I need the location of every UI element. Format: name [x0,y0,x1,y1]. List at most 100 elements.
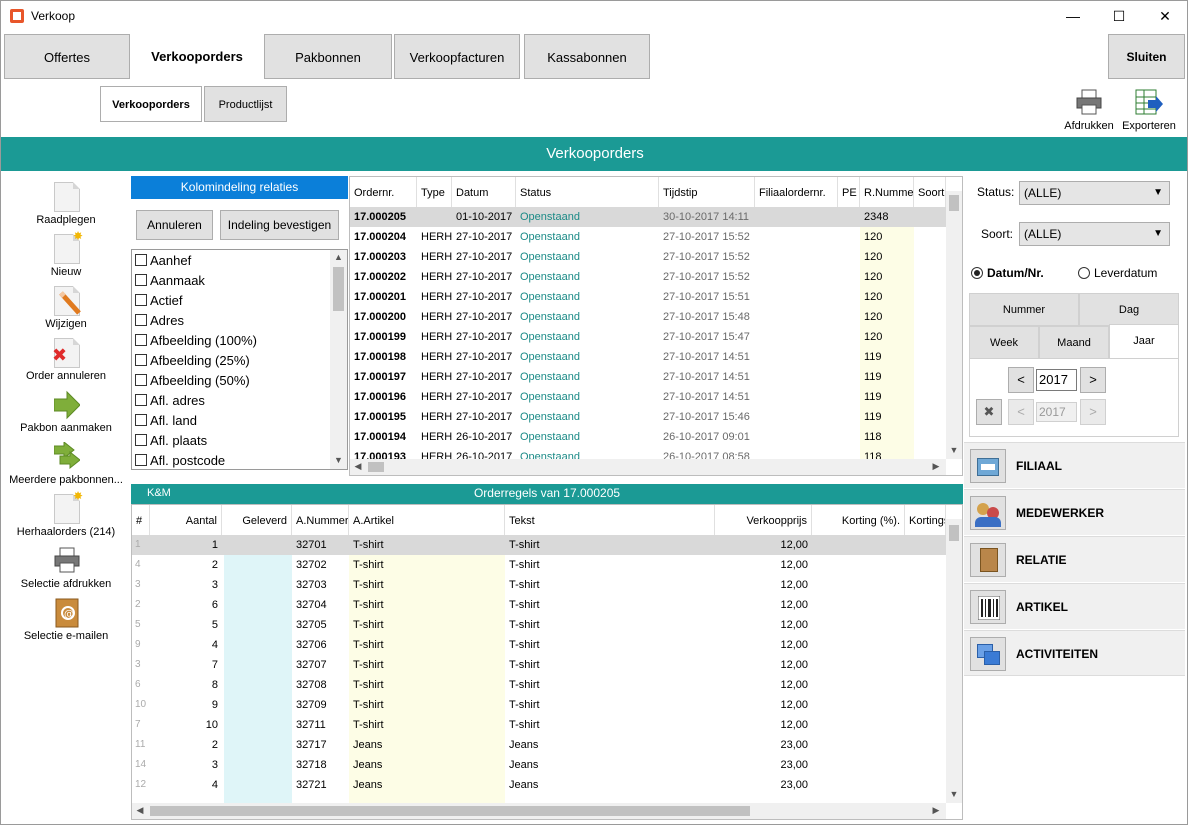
orders-hscroll-thumb[interactable] [368,462,384,472]
year2-prev-button[interactable]: < [1008,399,1034,425]
order-row[interactable]: 17.000201 HERH 27-10-2017 Openstaand 27-10-2… [350,287,946,307]
print-button[interactable]: Afdrukken [1059,86,1119,134]
checkbox[interactable] [135,454,147,466]
orders-vscroll-thumb[interactable] [949,195,959,211]
checkbox[interactable] [135,394,147,406]
regels-vscroll-thumb[interactable] [949,525,959,541]
orders-col-header[interactable]: Tijdstip [659,177,755,207]
checkbox[interactable] [135,294,147,306]
selectie-emailen-button[interactable]: @ Selectie e-mailen [5,598,127,646]
regels-col-header[interactable]: Aantal [150,505,222,535]
soort-select[interactable]: (ALLE) ▼ [1019,222,1170,246]
order-row[interactable]: 17.000194 HERH 26-10-2017 Openstaand 26-10-2… [350,427,946,447]
indeling-bevestigen-button[interactable]: Indeling bevestigen [220,210,339,240]
regels-col-header[interactable]: Tekst [505,505,715,535]
regels-col-header[interactable]: Verkoopprijs [715,505,812,535]
order-row[interactable]: 17.000193 HERH 26-10-2017 Openstaand 26-10-2… [350,447,946,459]
pakbon-aanmaken-button[interactable]: Pakbon aanmaken [5,390,127,438]
column-option[interactable]: Adres [135,311,184,331]
tab-nummer[interactable]: Nummer [969,293,1079,326]
raadplegen-button[interactable]: Raadplegen [5,182,127,230]
tab-week[interactable]: Week [969,326,1039,359]
regels-col-header[interactable]: Kortings [905,505,946,535]
regels-col-header[interactable]: A.Artikel [349,505,505,535]
checkbox[interactable] [135,434,147,446]
regel-row[interactable]: 9 4 32706 T-shirt T-shirt 12,00 [132,635,946,655]
checklist-scrollbar[interactable]: ▲ ▼ [330,250,347,469]
regel-row[interactable]: 1 1 32701 T-shirt T-shirt 12,00 [132,535,946,555]
minimize-button[interactable]: — [1050,1,1096,31]
column-option[interactable]: Afl. plaats [135,431,207,451]
year2-next-button[interactable]: > [1080,399,1106,425]
tab-offertes[interactable]: Offertes [4,34,130,79]
subtab-productlijst[interactable]: Productlijst [204,86,287,122]
orders-col-header[interactable]: Filiaalordernr. [755,177,838,207]
orders-col-header[interactable]: Datum [452,177,516,207]
regels-hscrollbar[interactable]: ◀ ▶ [132,803,946,819]
orders-vscrollbar[interactable]: ▼ [946,191,962,459]
order-annuleren-button[interactable]: ✖ Order annuleren [5,338,127,386]
nav-medewerker[interactable]: MEDEWERKER [964,489,1185,535]
wijzigen-button[interactable]: Wijzigen [5,286,127,334]
checkbox[interactable] [135,314,147,326]
nav-relatie[interactable]: RELATIE [964,536,1185,582]
checkbox[interactable] [135,274,147,286]
tab-verkooporders[interactable]: Verkooporders [131,34,263,79]
nav-artikel[interactable]: ARTIKEL [964,583,1185,629]
column-option[interactable]: Afl. postcode [135,451,225,469]
regels-col-header[interactable]: A.Nummer [292,505,349,535]
nieuw-button[interactable]: ✸ Nieuw [5,229,127,282]
checklist-scroll-thumb[interactable] [333,267,344,311]
order-row[interactable]: 17.000195 HERH 27-10-2017 Openstaand 27-10-2… [350,407,946,427]
column-option[interactable]: Aanmaak [135,271,205,291]
regels-hscroll-thumb[interactable] [150,806,750,816]
subtab-verkooporders[interactable]: Verkooporders [100,86,202,122]
orders-col-header[interactable]: Type [417,177,452,207]
column-option[interactable]: Afbeelding (25%) [135,351,250,371]
column-option[interactable]: Actief [135,291,183,311]
regels-col-header[interactable]: Geleverd [224,505,292,535]
radio-leverdatum[interactable]: Leverdatum [1078,266,1157,280]
regel-row[interactable]: 3 3 32703 T-shirt T-shirt 12,00 [132,575,946,595]
checkbox[interactable] [135,414,147,426]
tab-jaar[interactable]: Jaar [1109,324,1179,359]
year-prev-button[interactable]: < [1008,367,1034,393]
checkbox[interactable] [135,354,147,366]
tab-maand[interactable]: Maand [1039,326,1109,359]
tab-kassabonnen[interactable]: Kassabonnen [524,34,650,79]
year-next-button[interactable]: > [1080,367,1106,393]
column-option[interactable]: Afbeelding (50%) [135,371,250,391]
column-option[interactable]: Afl. land [135,411,197,431]
maximize-button[interactable]: ☐ [1096,1,1142,31]
meerdere-pakbonnen-button[interactable]: Meerdere pakbonnen... [5,442,127,490]
order-row[interactable]: 17.000196 HERH 27-10-2017 Openstaand 27-10-2… [350,387,946,407]
nav-filiaal[interactable]: FILIAAL [964,442,1185,488]
column-option[interactable]: Afbeelding (100%) [135,331,257,351]
regel-row[interactable]: 4 2 32702 T-shirt T-shirt 12,00 [132,555,946,575]
order-row[interactable]: 17.000199 HERH 27-10-2017 Openstaand 27-10-2… [350,327,946,347]
tab-pakbonnen[interactable]: Pakbonnen [264,34,392,79]
regel-row[interactable]: 12 4 32721 Jeans Jeans 23,00 [132,775,946,795]
checkbox[interactable] [135,374,147,386]
checkbox[interactable] [135,334,147,346]
radio-datum-nr[interactable]: Datum/Nr. [971,266,1044,280]
regel-row[interactable]: 3 7 32707 T-shirt T-shirt 12,00 [132,655,946,675]
order-row[interactable]: 17.000200 HERH 27-10-2017 Openstaand 27-10-2… [350,307,946,327]
herhaalorders-button[interactable]: ✸ Herhaalorders (214) [5,489,127,542]
clear-year-button[interactable]: ✖ [976,399,1002,425]
order-row[interactable]: 17.000203 HERH 27-10-2017 Openstaand 27-10-2… [350,247,946,267]
regel-row[interactable]: 7 10 32711 T-shirt T-shirt 12,00 [132,715,946,735]
orders-col-header[interactable]: Soort [914,177,946,207]
regels-col-header[interactable]: # [132,505,150,535]
column-option[interactable]: Aanhef [135,251,191,271]
annuleren-button[interactable]: Annuleren [136,210,213,240]
order-row[interactable]: 17.000197 HERH 27-10-2017 Openstaand 27-10-2… [350,367,946,387]
year-input[interactable]: 2017 [1036,369,1077,391]
orders-col-header[interactable]: Status [516,177,659,207]
order-row[interactable]: 17.000198 HERH 27-10-2017 Openstaand 27-10-2… [350,347,946,367]
regels-vscrollbar[interactable]: ▼ [946,519,962,803]
export-button[interactable]: Exporteren [1119,86,1179,134]
orders-col-header[interactable]: R.Nummer [860,177,914,207]
regels-col-header[interactable]: Korting (%). [812,505,905,535]
orders-hscrollbar[interactable]: ◀ ▶ [350,459,946,475]
